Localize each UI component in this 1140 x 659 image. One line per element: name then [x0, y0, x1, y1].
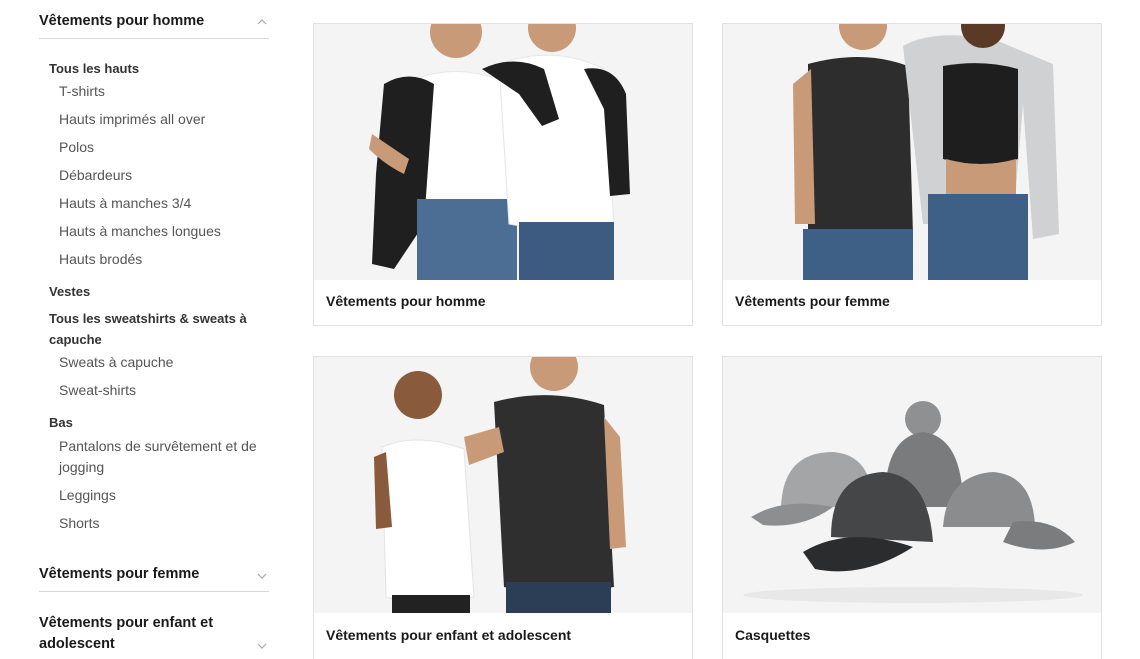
subcategory-shorts[interactable]: Shorts — [59, 513, 264, 534]
category-bottoms[interactable]: Bas — [49, 412, 264, 433]
category-jackets[interactable]: Vestes — [49, 281, 264, 302]
subcategory-hoodies[interactable]: Sweats à capuche — [59, 352, 264, 373]
subcategory-three-quarter-sleeve[interactable]: Hauts à manches 3/4 — [59, 193, 264, 214]
subcategory-t-shirts[interactable]: T-shirts — [59, 81, 264, 102]
accordion-title: Vêtements pour homme — [39, 13, 205, 29]
product-card-kids[interactable]: Vêtements pour enfant et adolescent — [313, 356, 693, 659]
subcategory-tank-tops[interactable]: Débardeurs — [59, 165, 264, 186]
chevron-up-icon[interactable] — [257, 17, 267, 27]
product-card-mens[interactable]: Vêtements pour homme — [313, 23, 693, 326]
caps-image — [723, 357, 1101, 613]
card-label: Casquettes — [735, 627, 811, 643]
subcategory-polos[interactable]: Polos — [59, 137, 264, 158]
accordion-title: Vêtements pour femme — [39, 566, 200, 582]
subcategory-embroidered-tops[interactable]: Hauts brodés — [59, 249, 264, 270]
accordion-title: Vêtements pour enfant et adolescent — [39, 615, 214, 652]
chevron-down-icon[interactable] — [257, 641, 267, 651]
card-label: Vêtements pour femme — [735, 293, 890, 309]
category-sweatshirts-hoodies[interactable]: Tous les sweatshirts & sweats à capuche — [49, 308, 264, 350]
subcategory-long-sleeve[interactable]: Hauts à manches longues — [59, 221, 264, 242]
accordion-kids-clothing[interactable]: Vêtements pour enfant et adolescent — [39, 613, 269, 655]
accordion-mens-clothing[interactable]: Vêtements pour homme — [39, 12, 269, 39]
accordion-womens-clothing[interactable]: Vêtements pour femme — [39, 565, 269, 592]
product-card-caps[interactable]: Casquettes — [722, 356, 1102, 659]
chevron-down-icon[interactable] — [257, 571, 267, 581]
womens-clothing-image — [723, 24, 1101, 280]
subcategory-sweatshirts[interactable]: Sweat-shirts — [59, 380, 264, 401]
subcategory-all-over-tops[interactable]: Hauts imprimés all over — [59, 109, 264, 130]
card-label: Vêtements pour enfant et adolescent — [326, 627, 572, 643]
subcategory-leggings[interactable]: Leggings — [59, 485, 264, 506]
subcategory-joggers[interactable]: Pantalons de survêtement et de jogging — [59, 436, 264, 478]
card-label: Vêtements pour homme — [326, 293, 486, 309]
mens-clothing-image — [314, 24, 692, 280]
category-all-tops[interactable]: Tous les hauts — [49, 58, 264, 79]
product-card-womens[interactable]: Vêtements pour femme — [722, 23, 1102, 326]
kids-clothing-image — [314, 357, 692, 613]
